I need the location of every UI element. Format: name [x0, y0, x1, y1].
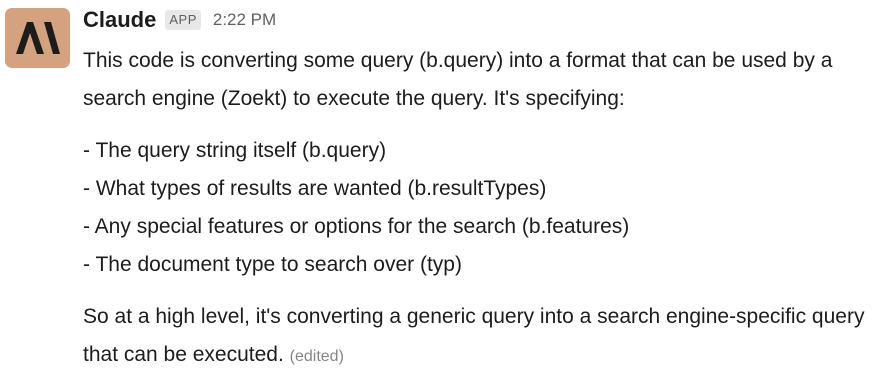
message-content: Claude APP 2:22 PM This code is converti…: [83, 4, 871, 376]
avatar[interactable]: [5, 8, 70, 68]
list-item: - The document type to search over (typ): [83, 253, 462, 276]
message-header: Claude APP 2:22 PM: [83, 4, 871, 36]
message-intro: This code is converting some query (b.qu…: [83, 49, 833, 110]
closing-text: So at a high level, it's converting a ge…: [83, 305, 865, 366]
anthropic-logo-icon: [15, 22, 60, 54]
message-closing: So at a high level, it's converting a ge…: [83, 298, 871, 376]
bullet-list: - The query string itself (b.query) - Wh…: [83, 132, 871, 284]
message-timestamp[interactable]: 2:22 PM: [213, 10, 276, 30]
chat-message: Claude APP 2:22 PM This code is converti…: [0, 0, 874, 368]
edited-label: (edited): [289, 348, 344, 365]
list-item: - What types of results are wanted (b.re…: [83, 177, 547, 200]
app-badge: APP: [165, 10, 201, 30]
list-item: - The query string itself (b.query): [83, 139, 387, 162]
sender-name[interactable]: Claude: [83, 7, 156, 33]
list-item: - Any special features or options for th…: [83, 215, 630, 238]
